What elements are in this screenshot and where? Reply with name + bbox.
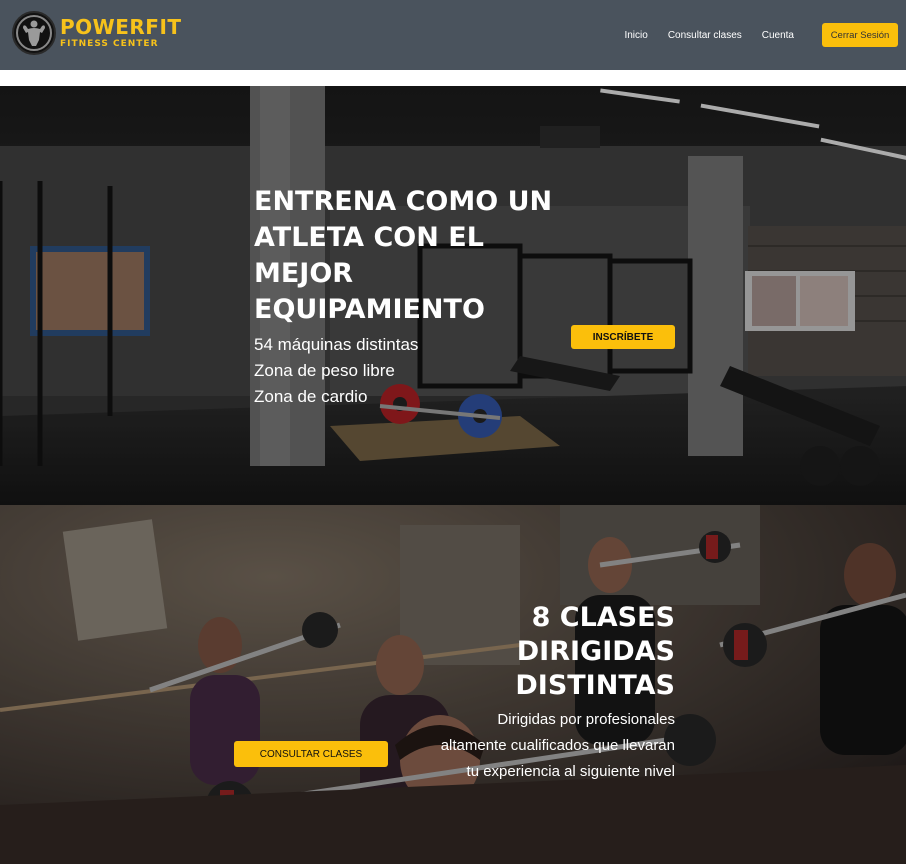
brand-name: POWERFIT <box>60 15 182 39</box>
feature-item: Zona de cardio <box>254 387 368 406</box>
navbar: POWERFIT FITNESS CENTER Inicio Consultar… <box>0 0 906 70</box>
hero-classes-description: Dirigidas por profesionales altamente cu… <box>440 711 675 780</box>
flexing-bodybuilder-icon <box>12 11 56 55</box>
title-line: DIRIGIDAS <box>516 636 675 667</box>
feature-item: Zona de peso libre <box>254 361 395 380</box>
hero-classes: 8 CLASES DIRIGIDAS DISTINTAS Dirigidas p… <box>0 505 906 864</box>
title-line: DISTINTAS <box>515 670 675 701</box>
view-classes-button[interactable]: CONSULTAR CLASES <box>234 741 388 767</box>
hero-classes-title: 8 CLASES DIRIGIDAS DISTINTAS <box>435 601 675 703</box>
feature-list: 54 máquinas distintas Zona de peso libre… <box>254 332 564 410</box>
nav-link-consultar-clases[interactable]: Consultar clases <box>668 30 742 41</box>
feature-item: 54 máquinas distintas <box>254 335 419 354</box>
nav-link-cuenta[interactable]: Cuenta <box>762 30 794 41</box>
hero-equipment-title: ENTRENA COMO UN ATLETA CON EL MEJOR EQUI… <box>254 186 553 325</box>
nav-link-inicio[interactable]: Inicio <box>624 30 647 41</box>
title-line: 8 CLASES <box>531 602 675 633</box>
signup-button[interactable]: INSCRÍBETE <box>571 325 675 349</box>
brand-logo[interactable]: POWERFIT FITNESS CENTER <box>12 11 182 55</box>
logout-button[interactable]: Cerrar Sesión <box>822 23 898 47</box>
hero-classes-text: 8 CLASES DIRIGIDAS DISTINTAS Dirigidas p… <box>435 601 675 785</box>
hero-equipment-text: ENTRENA COMO UN ATLETA CON EL MEJOR EQUI… <box>254 184 564 410</box>
hero-equipment: ENTRENA COMO UN ATLETA CON EL MEJOR EQUI… <box>0 86 906 505</box>
brand-tagline: FITNESS CENTER <box>60 39 159 49</box>
main-nav: Inicio Consultar clases Cuenta <box>604 0 794 70</box>
